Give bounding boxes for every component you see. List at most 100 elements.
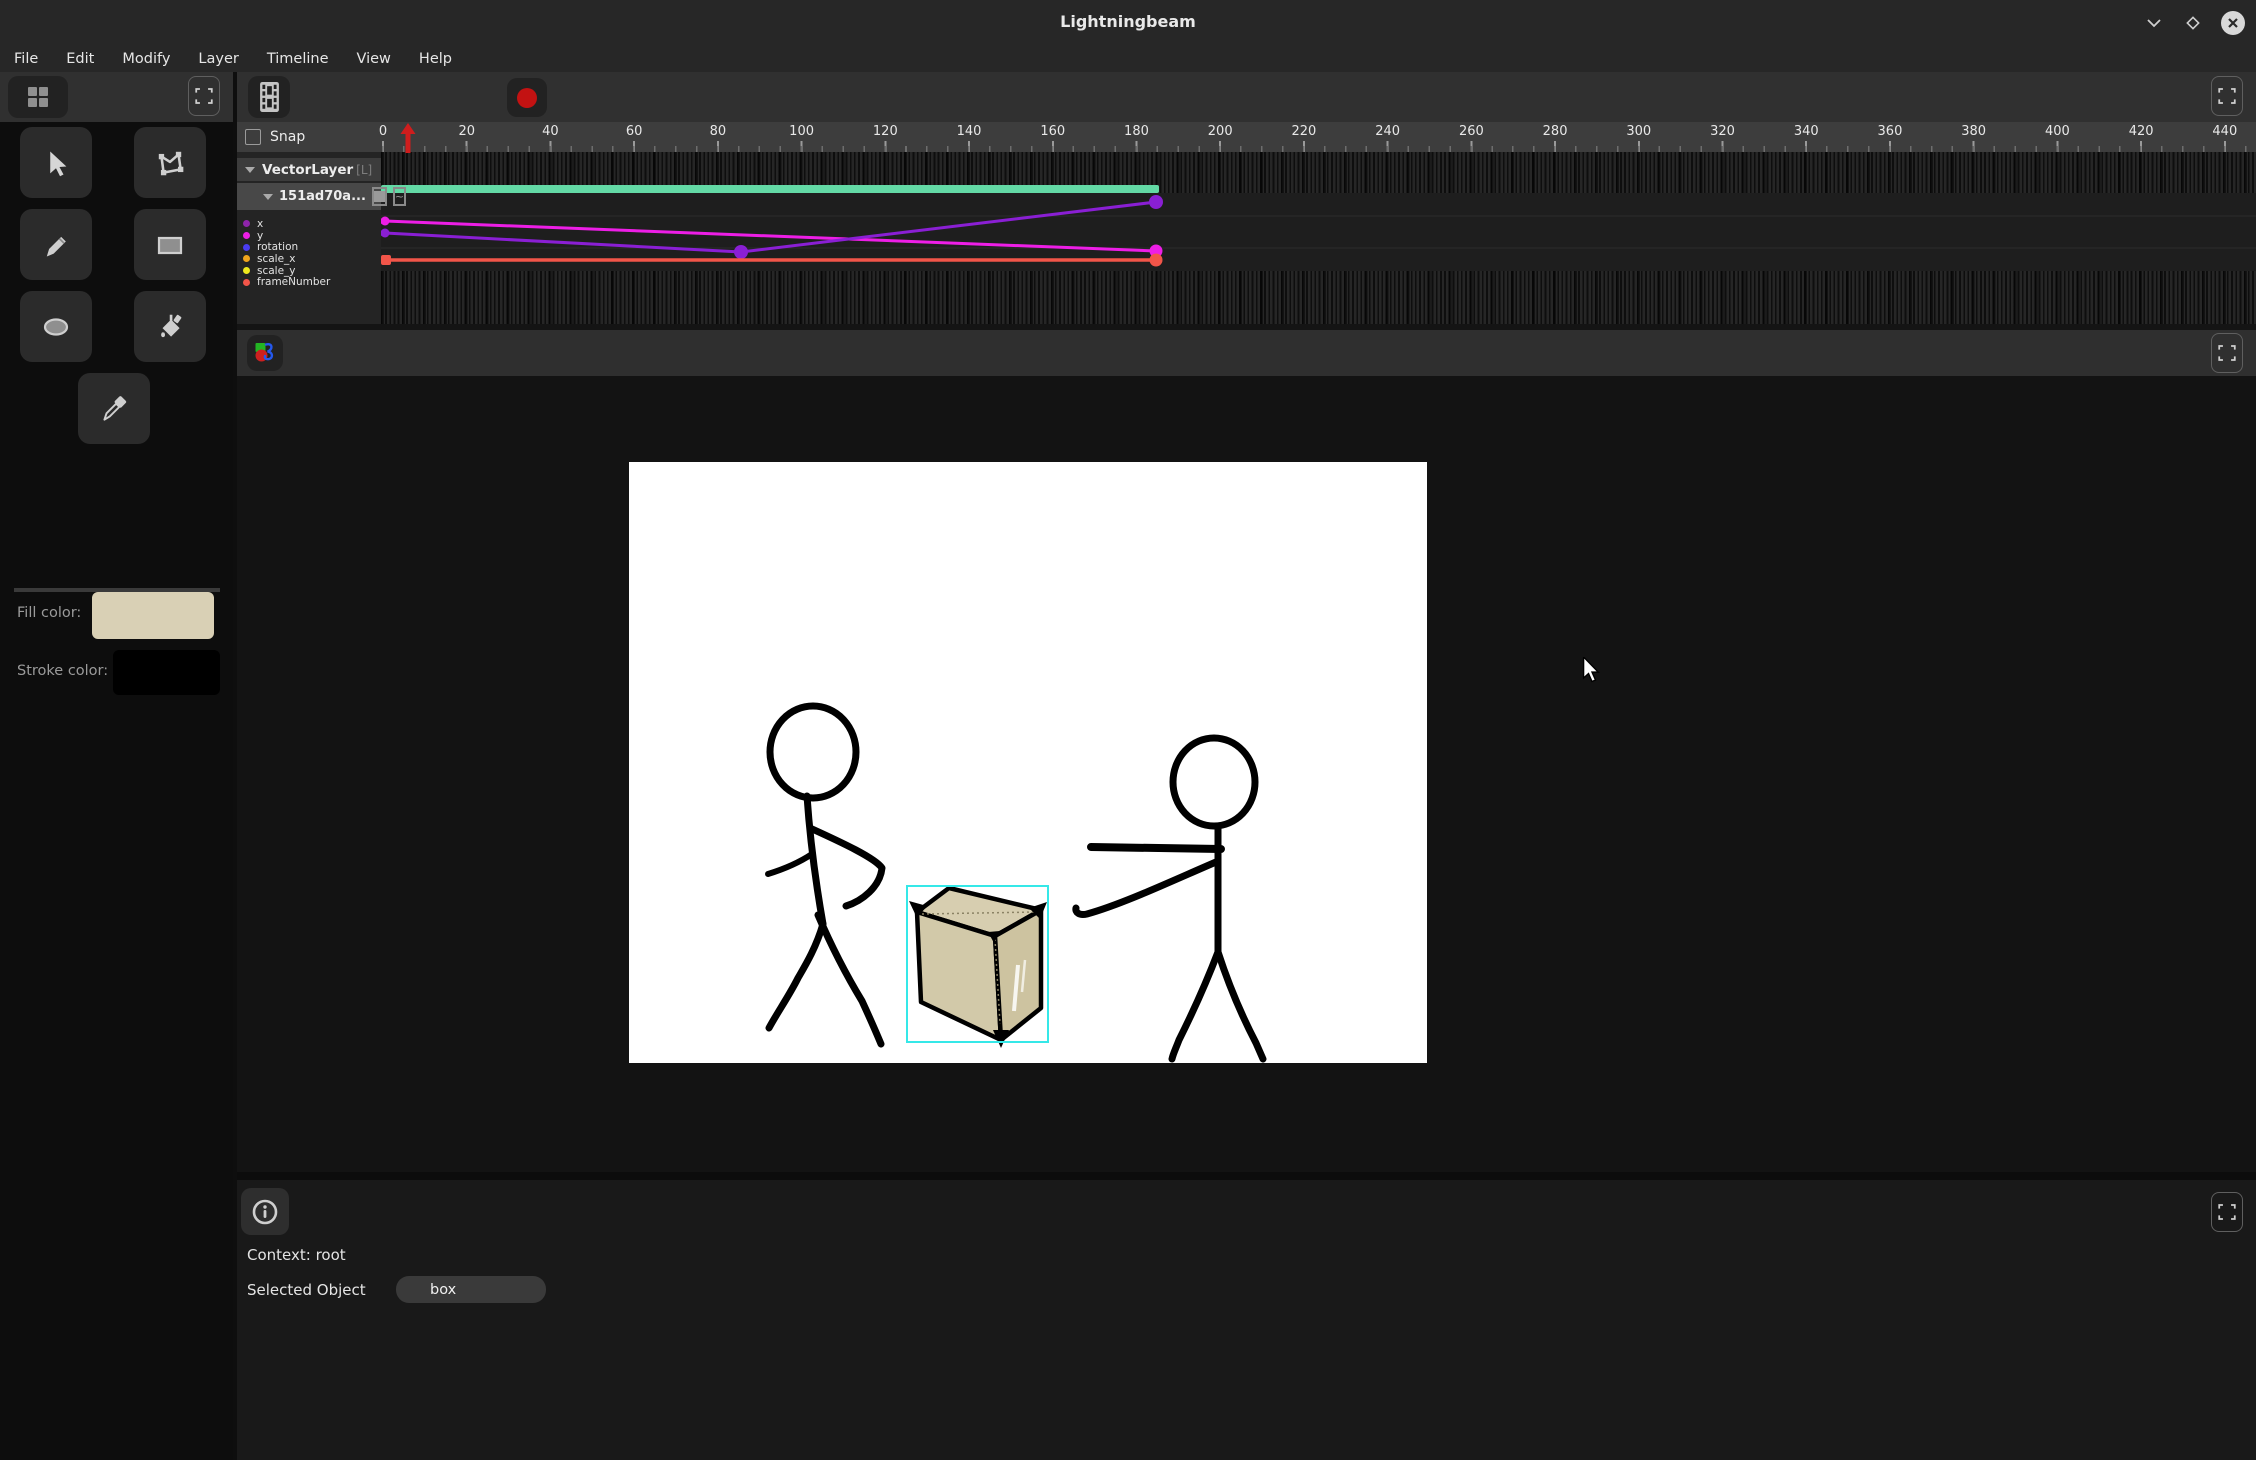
ellipse-tool-button[interactable] <box>20 291 92 362</box>
timeline-panel: Snap 0 20 40 60 80 100 120 140 160 180 2… <box>237 122 2256 324</box>
selected-object-dropdown[interactable]: box <box>396 1276 546 1303</box>
track-property-rotation[interactable]: rotation <box>243 241 330 253</box>
menu-help[interactable]: Help <box>419 51 452 67</box>
track-property-framenumber[interactable]: frameNumber <box>243 276 330 288</box>
chevron-down-icon <box>2145 14 2163 32</box>
stick-figure-left <box>768 706 882 1044</box>
eyedropper-icon <box>98 393 130 425</box>
menubar: File Edit Modify Layer Timeline View Hel… <box>0 45 2256 72</box>
object-curve-mode-button[interactable]: ~ <box>393 187 406 206</box>
ruler-label: 280 <box>1543 124 1568 139</box>
layer-name: VectorLayer <box>262 162 353 178</box>
ruler-label: 20 <box>458 124 475 139</box>
paint-bucket-icon <box>154 311 186 343</box>
ruler-label: 340 <box>1794 124 1819 139</box>
inspector-expand-button[interactable] <box>2211 1192 2243 1232</box>
ruler-label: 320 <box>1710 124 1735 139</box>
info-tab-button[interactable] <box>241 1188 289 1235</box>
canvas-expand-button[interactable] <box>2211 333 2243 373</box>
track-property-y[interactable]: y <box>243 230 330 242</box>
object-visibility-button[interactable] <box>372 187 387 206</box>
inspector-panel <box>237 1180 2256 1460</box>
box-object[interactable] <box>907 886 1048 1048</box>
snap-checkbox[interactable] <box>245 129 261 145</box>
vector-graphics-logo-icon <box>253 341 277 365</box>
track-property-scale-y[interactable]: scale_y <box>243 265 330 277</box>
chevron-down-icon[interactable] <box>263 194 273 200</box>
track-property-x[interactable]: x <box>243 218 330 230</box>
playhead-arrow-icon <box>400 123 416 153</box>
window-title: Lightningbeam <box>0 12 2256 31</box>
ruler-label: 120 <box>873 124 898 139</box>
property-list: x y rotation scale_x scale_y frameNumber <box>243 218 330 288</box>
drawing-stage[interactable] <box>629 462 1427 1063</box>
close-icon <box>2220 10 2246 36</box>
app-window: Lightningbeam File Edit Modify Layer Tim… <box>0 0 2256 1460</box>
ruler-label: 140 <box>957 124 982 139</box>
stroke-color-swatch[interactable] <box>113 650 220 695</box>
menu-file[interactable]: File <box>14 51 38 67</box>
canvas-viewport[interactable] <box>237 376 2256 1172</box>
expand-icon <box>2217 343 2237 363</box>
menu-layer[interactable]: Layer <box>198 51 238 67</box>
pencil-icon <box>41 230 71 260</box>
ruler-label: 180 <box>1124 124 1149 139</box>
grid-icon <box>25 84 51 110</box>
ruler-label: 420 <box>2129 124 2154 139</box>
canvas-tab-button[interactable] <box>247 335 283 371</box>
pencil-tool-button[interactable] <box>20 209 92 280</box>
ruler-ticks-minor <box>382 146 2256 152</box>
node-edit-icon <box>154 147 186 179</box>
ruler-label: 440 <box>2212 124 2237 139</box>
inspector-divider <box>237 1172 2256 1180</box>
eyedropper-tool-button[interactable] <box>78 373 150 444</box>
menu-modify[interactable]: Modify <box>122 51 170 67</box>
ruler-label: 300 <box>1626 124 1651 139</box>
layer-duration-bar[interactable] <box>381 185 1159 193</box>
ruler-label: 200 <box>1208 124 1233 139</box>
chevron-down-icon[interactable] <box>245 167 255 173</box>
timeline-curve-area[interactable] <box>381 193 2256 271</box>
fill-color-label: Fill color: <box>17 605 81 621</box>
snap-control: Snap <box>245 129 305 145</box>
layer-row[interactable]: VectorLayer [L] <box>237 158 381 181</box>
expand-icon <box>2217 86 2237 106</box>
ruler-label: 80 <box>710 124 727 139</box>
property-color-dot <box>243 255 250 262</box>
close-button[interactable] <box>2218 8 2248 38</box>
panel-grid-button[interactable] <box>8 76 68 118</box>
timeline-frames-band-bottom[interactable] <box>381 271 2256 324</box>
film-settings-button[interactable] <box>248 76 290 118</box>
ruler-label: 220 <box>1291 124 1316 139</box>
timeline-ruler[interactable]: Snap 0 20 40 60 80 100 120 140 160 180 2… <box>237 122 2256 152</box>
ruler-label: 0 <box>379 124 387 139</box>
fill-color-swatch[interactable] <box>92 592 214 639</box>
rectangle-tool-button[interactable] <box>134 209 206 280</box>
menu-timeline[interactable]: Timeline <box>267 51 329 67</box>
timeline-layer-column: VectorLayer [L] 151ad70a... ~ x y rotati… <box>237 152 381 324</box>
playhead[interactable] <box>400 123 416 153</box>
track-property-scale-x[interactable]: scale_x <box>243 253 330 265</box>
property-color-dot <box>243 232 250 239</box>
object-row[interactable]: 151ad70a... ~ <box>237 183 381 210</box>
ruler-label: 60 <box>626 124 643 139</box>
mouse-cursor <box>1582 657 1602 685</box>
property-color-dot <box>243 244 250 251</box>
left-panel-expand-button[interactable] <box>188 76 220 116</box>
record-button[interactable] <box>507 78 547 117</box>
menu-view[interactable]: View <box>357 51 391 67</box>
maximize-button[interactable] <box>2178 8 2208 38</box>
stroke-color-label: Stroke color: <box>17 663 108 679</box>
ellipse-icon <box>40 314 72 340</box>
record-icon <box>515 86 539 110</box>
titlebar: Lightningbeam <box>0 0 2256 45</box>
paint-bucket-tool-button[interactable] <box>134 291 206 362</box>
node-edit-tool-button[interactable] <box>134 127 206 198</box>
minimize-button[interactable] <box>2139 8 2169 38</box>
menu-edit[interactable]: Edit <box>66 51 94 67</box>
selected-object-label: Selected Object <box>247 1281 366 1299</box>
layer-suffix: [L] <box>356 163 372 177</box>
timeline-expand-button[interactable] <box>2211 76 2243 116</box>
select-tool-button[interactable] <box>20 127 92 198</box>
expand-icon <box>2217 1202 2237 1222</box>
